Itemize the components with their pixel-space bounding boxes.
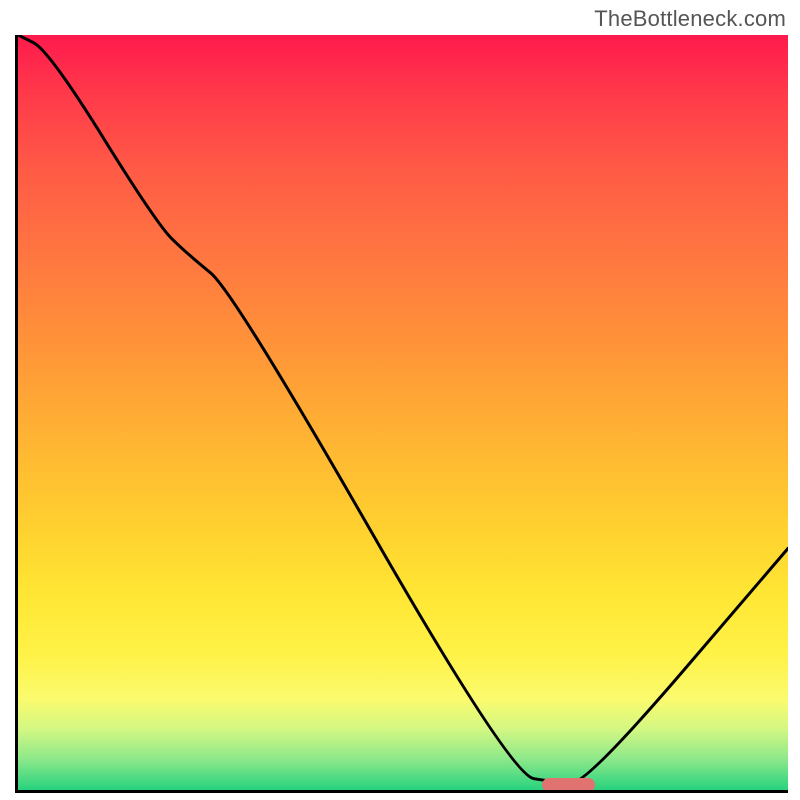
curve-path xyxy=(18,35,788,783)
optimal-marker xyxy=(542,778,596,792)
bottleneck-curve xyxy=(18,35,788,790)
watermark-text: TheBottleneck.com xyxy=(594,6,786,32)
plot-area xyxy=(15,35,788,793)
